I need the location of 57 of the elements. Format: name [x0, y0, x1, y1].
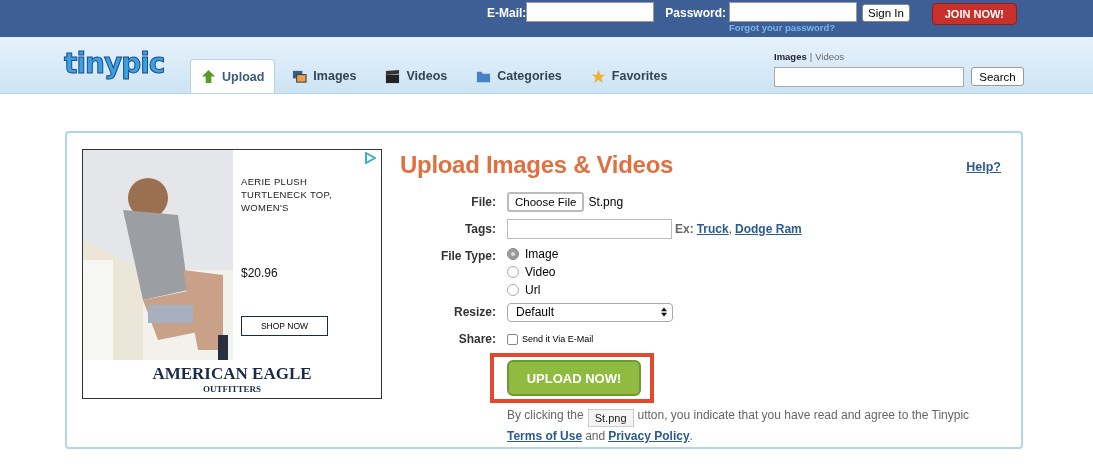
help-link[interactable]: Help?: [966, 160, 1001, 174]
page-title: Upload Images & Videos: [400, 151, 674, 179]
search-button[interactable]: Search: [971, 67, 1024, 86]
period-text: .: [689, 428, 693, 445]
terms-of-use-link[interactable]: Terms of Use: [507, 427, 583, 445]
example-label: Ex:: [675, 222, 694, 236]
radio-label: Video: [525, 265, 556, 279]
search-scope-link[interactable]: Images: [774, 51, 807, 62]
password-field[interactable]: [729, 2, 858, 22]
separator-text: |: [809, 51, 813, 62]
and-text: and: [585, 428, 606, 445]
checkbox-label: Send it Via E-Mail: [522, 334, 594, 344]
password-label: Password:: [665, 6, 727, 20]
up-down-arrows-icon: [661, 307, 667, 317]
example-tag-link[interactable]: Dodge Ram: [735, 222, 802, 236]
tags-field[interactable]: [507, 219, 672, 239]
file-name: St.png: [588, 195, 624, 209]
terms-text: utton, you indicate that you have read and agree to the Tinypic: [637, 407, 970, 424]
radio-button[interactable]: [507, 284, 519, 296]
nav-tab[interactable]: Videos: [373, 59, 460, 93]
field-label: Share:: [457, 331, 496, 348]
example-tag-link[interactable]: Truck: [696, 222, 729, 236]
join-now-button[interactable]: JOIN NOW!: [931, 3, 1017, 25]
ad-choices-icon[interactable]: [364, 152, 376, 164]
radio-button[interactable]: [507, 266, 519, 278]
comma-text: ,: [728, 222, 733, 236]
radio-label: Url: [525, 283, 541, 297]
brand-subtitle: OUTFITTERS: [203, 384, 261, 394]
radio-label: Image: [525, 247, 559, 261]
email-label: E-Mail:: [487, 6, 527, 20]
nav-tab[interactable]: Images: [280, 59, 369, 93]
star-icon: [590, 68, 606, 84]
email-field[interactable]: [526, 2, 655, 22]
sign-in-button[interactable]: Sign In: [862, 4, 910, 22]
ad-headline: AERIE PLUSH TURTLENECK TOP, WOMEN'S: [241, 175, 333, 214]
resize-dropdown[interactable]: Default: [507, 302, 673, 322]
brand-name: AMERICAN EAGLE: [152, 364, 312, 384]
field-label: File:: [470, 194, 496, 211]
terms-text: By clicking the: [507, 407, 584, 424]
field-label: File Type:: [439, 248, 496, 265]
up-arrow-icon: [201, 69, 216, 84]
nav-tab[interactable]: Upload: [190, 59, 276, 93]
field-label: Resize:: [452, 304, 496, 321]
tooltip: St.png: [587, 409, 634, 427]
choose-file-button[interactable]: Choose File: [507, 192, 585, 212]
pictures-icon: [292, 68, 308, 84]
radio-button[interactable]: [507, 248, 519, 260]
nav-tab[interactable]: Categories: [464, 59, 574, 93]
search-field[interactable]: [774, 67, 964, 87]
field-label: Tags:: [463, 221, 496, 238]
search-scope-link[interactable]: Videos: [815, 51, 845, 62]
nav-tab[interactable]: Favorites: [578, 59, 680, 93]
clapperboard-icon: [385, 68, 401, 84]
shop-now-button[interactable]: SHOP NOW: [241, 316, 328, 336]
checkbox[interactable]: [507, 333, 518, 345]
ad-price: $20.96: [241, 266, 279, 280]
privacy-policy-link[interactable]: Privacy Policy: [608, 427, 690, 445]
